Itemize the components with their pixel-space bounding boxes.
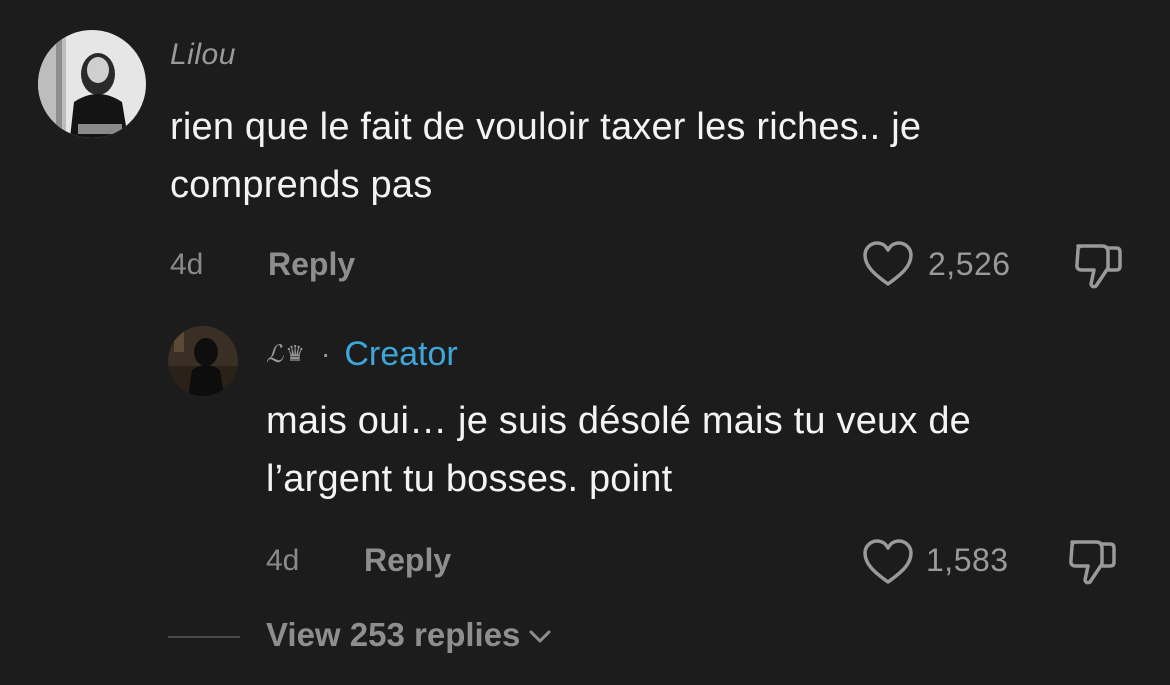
- reply-timestamp: 4d: [266, 544, 300, 577]
- comment-username[interactable]: Lilou: [170, 38, 236, 72]
- comment-text: rien que le fait de vouloir taxer les ri…: [170, 98, 921, 214]
- reply-header: ℒ ♛ · Creator: [266, 334, 458, 374]
- comment-text-line-2: comprends pas: [170, 164, 433, 206]
- comment-reply-button[interactable]: Reply: [268, 246, 355, 283]
- comment-timestamp: 4d: [170, 248, 204, 281]
- reply-like-button[interactable]: [862, 538, 914, 591]
- view-replies-button[interactable]: View 253 replies: [266, 616, 552, 654]
- reply-text: mais oui… je suis désolé mais tu veux de…: [266, 392, 971, 508]
- reply-reply-button[interactable]: Reply: [364, 542, 451, 579]
- comment-like-button[interactable]: [862, 240, 914, 293]
- view-replies-label: View 253 replies: [266, 616, 521, 653]
- comment-text-line-1: rien que le fait de vouloir taxer les ri…: [170, 106, 922, 148]
- replies-divider: [168, 636, 240, 638]
- reply-dislike-button[interactable]: [1066, 536, 1118, 591]
- avatar-image: [38, 30, 146, 138]
- separator-dot: ·: [321, 338, 331, 369]
- thumbs-down-icon: [1069, 540, 1116, 585]
- crown-icon: ♛: [285, 341, 306, 366]
- comment-dislike-button[interactable]: [1072, 240, 1124, 295]
- avatar-lilou[interactable]: [38, 30, 146, 138]
- reply-text-line-1: mais oui… je suis désolé mais tu veux de: [266, 400, 971, 442]
- reply-username[interactable]: ℒ: [266, 340, 283, 368]
- heart-icon: [863, 241, 913, 286]
- creator-badge: Creator: [344, 334, 458, 373]
- comment-like-count: 2,526: [928, 246, 1011, 282]
- avatar-image: [168, 326, 238, 396]
- reply-like-count: 1,583: [926, 542, 1009, 578]
- heart-icon: [863, 539, 913, 584]
- avatar-creator[interactable]: [168, 326, 238, 396]
- chevron-down-icon: [529, 630, 551, 643]
- reply-text-line-2: l’argent tu bosses. point: [266, 458, 673, 500]
- thumbs-down-icon: [1075, 244, 1122, 289]
